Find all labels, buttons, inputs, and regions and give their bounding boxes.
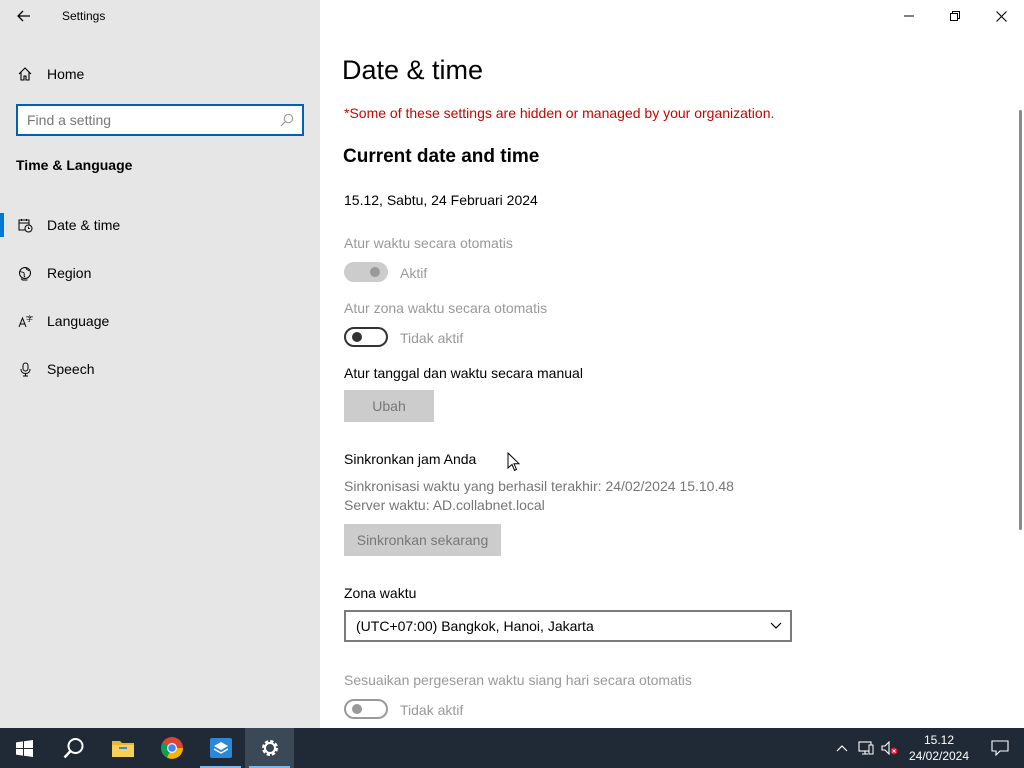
sidebar-item-label: Language	[47, 313, 110, 329]
chrome-icon	[160, 737, 183, 759]
last-sync-text: Sinkronisasi waktu yang berhasil terakhi…	[344, 478, 734, 494]
sidebar-item-date-time[interactable]: Date & time	[0, 205, 320, 245]
clock-time: 15.12	[923, 733, 955, 747]
sidebar-item-label: Region	[47, 265, 92, 281]
auto-time-state: Aktif	[400, 265, 428, 281]
volume-muted-icon	[881, 741, 898, 755]
svg-text:字: 字	[26, 314, 33, 323]
chevron-up-icon	[836, 745, 848, 752]
nav-home[interactable]: Home	[0, 56, 320, 92]
search-box[interactable]	[16, 104, 304, 136]
chrome-button[interactable]	[147, 728, 196, 768]
file-explorer-icon	[111, 741, 134, 757]
window-controls	[886, 0, 1024, 32]
taskbar-search-button[interactable]	[49, 728, 98, 768]
globe-icon	[17, 266, 33, 281]
sidebar-item-speech[interactable]: Speech	[0, 349, 320, 389]
restore-button[interactable]	[932, 0, 978, 32]
toggle-knob	[352, 332, 362, 342]
close-icon	[995, 10, 1007, 22]
toggle-knob	[352, 704, 362, 714]
change-button[interactable]: Ubah	[344, 390, 434, 422]
restore-icon	[950, 11, 960, 21]
calendar-clock-icon	[17, 218, 33, 233]
org-managed-notice: *Some of these settings are hidden or ma…	[344, 105, 775, 121]
back-arrow-icon	[17, 10, 30, 22]
sync-clock-label: Sinkronkan jam Anda	[344, 451, 477, 467]
file-explorer-button[interactable]	[98, 728, 147, 768]
minimize-icon	[904, 15, 914, 17]
settings-icon	[261, 740, 278, 756]
taskbar-clock[interactable]: 15.12 24/02/2024	[902, 732, 976, 764]
auto-time-toggle[interactable]	[344, 262, 388, 282]
current-date-section-title: Current date and time	[343, 146, 540, 167]
back-button[interactable]	[0, 0, 48, 32]
sidebar: Settings Home Time & Language Date & tim…	[0, 0, 320, 728]
sidebar-item-label: Date & time	[47, 217, 121, 233]
minimize-button[interactable]	[886, 0, 932, 32]
close-button[interactable]	[978, 0, 1024, 32]
volume-button[interactable]	[878, 728, 902, 768]
time-server-text: Server waktu: AD.collabnet.local	[344, 497, 545, 513]
auto-timezone-state: Tidak aktif	[400, 330, 464, 346]
toggle-knob	[370, 267, 380, 277]
action-center-button[interactable]	[976, 728, 1024, 768]
remote-desktop-button[interactable]	[196, 728, 245, 768]
search-icon[interactable]	[280, 113, 294, 132]
page-title: Date & time	[342, 55, 484, 85]
section-title: Time & Language	[16, 157, 133, 173]
timezone-dropdown[interactable]: (UTC+07:00) Bangkok, Hanoi, Jakarta	[344, 610, 792, 642]
start-button[interactable]	[0, 728, 49, 768]
scrollbar[interactable]	[1019, 110, 1022, 530]
sidebar-item-label: Speech	[47, 361, 95, 377]
sidebar-item-region[interactable]: Region	[0, 253, 320, 293]
network-button[interactable]	[854, 728, 878, 768]
chevron-down-icon	[770, 622, 782, 629]
show-hidden-icons-button[interactable]	[830, 728, 854, 768]
main-content: Date & time *Some of these settings are …	[320, 0, 1024, 728]
home-icon	[17, 67, 33, 81]
sync-now-button[interactable]: Sinkronkan sekarang	[344, 524, 501, 556]
settings-taskbar-button[interactable]	[245, 728, 294, 768]
dst-state: Tidak aktif	[400, 702, 464, 718]
nav-home-label: Home	[47, 66, 85, 82]
auto-timezone-label: Atur zona waktu secara otomatis	[344, 300, 548, 316]
dst-label: Sesuaikan pergeseran waktu siang hari se…	[344, 672, 692, 688]
auto-timezone-toggle[interactable]	[344, 327, 388, 347]
mouse-cursor-icon	[507, 451, 521, 477]
timezone-selected-value: (UTC+07:00) Bangkok, Hanoi, Jakarta	[356, 618, 594, 634]
notification-icon	[991, 740, 1009, 756]
search-input[interactable]	[18, 112, 268, 128]
timezone-label: Zona waktu	[344, 585, 417, 601]
start-icon	[16, 739, 33, 757]
taskbar: 15.12 24/02/2024	[0, 728, 1024, 768]
language-icon: 字	[17, 314, 33, 329]
clock-date: 24/02/2024	[908, 749, 970, 763]
network-icon	[858, 741, 874, 755]
manual-time-label: Atur tanggal dan waktu secara manual	[344, 365, 583, 381]
app-title: Settings	[62, 9, 106, 23]
system-tray: 15.12 24/02/2024	[830, 728, 1024, 768]
auto-time-label: Atur waktu secara otomatis	[344, 235, 513, 251]
microphone-icon	[17, 362, 33, 377]
remote-desktop-icon	[209, 738, 232, 758]
search-icon	[63, 738, 83, 759]
sidebar-item-language[interactable]: 字 Language	[0, 301, 320, 341]
current-date-value: 15.12, Sabtu, 24 Februari 2024	[344, 192, 538, 208]
dst-toggle[interactable]	[344, 699, 388, 719]
